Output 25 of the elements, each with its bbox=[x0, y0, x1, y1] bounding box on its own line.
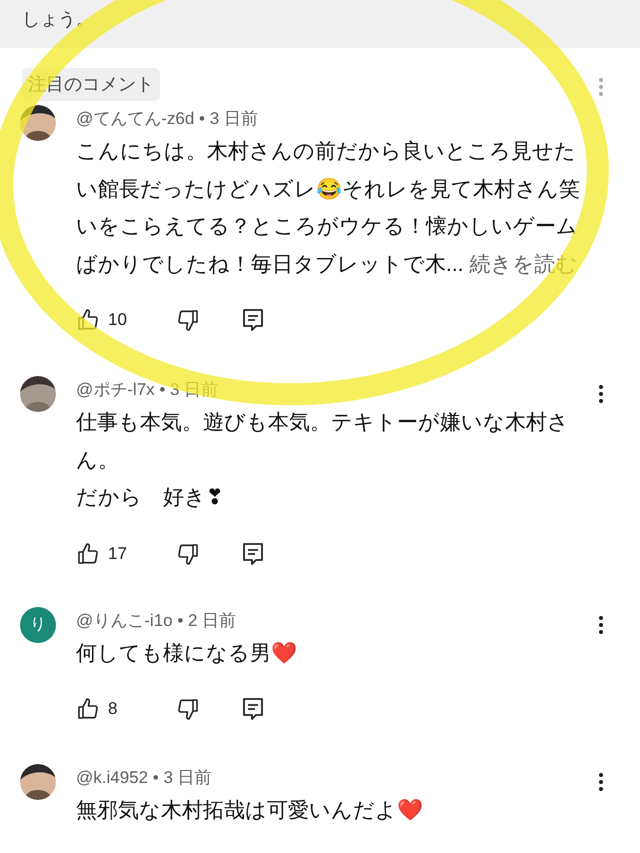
reply-icon[interactable] bbox=[242, 697, 264, 721]
notice-text: しょう。 bbox=[22, 9, 94, 29]
avatar[interactable]: り bbox=[20, 606, 56, 642]
more-options-icon[interactable] bbox=[598, 614, 604, 634]
like-count: 8 bbox=[108, 698, 118, 720]
read-more-link[interactable]: 続きを読む bbox=[469, 252, 578, 276]
more-options-icon[interactable] bbox=[598, 772, 604, 792]
comment-meta: @りんこ-i1o • 2 日前 bbox=[76, 610, 236, 632]
thumbs-down-icon[interactable] bbox=[176, 308, 200, 332]
comment-text: こんにちは。木村さんの前だから良いところ見せたい館長だったけどハズレ😂それレを見て木村さん笑いをこらえてる？ところがウケる！懐かしいゲームばかりでしたね！毎日タブレットで木... 続きを読む bbox=[76, 139, 581, 278]
comment-text: 何しても様になる男❤ bbox=[76, 640, 298, 666]
reply-icon[interactable] bbox=[242, 542, 264, 566]
thumbs-down-icon[interactable] bbox=[176, 697, 200, 721]
comment-text: だから 好き❣ bbox=[76, 485, 225, 511]
reply-icon[interactable] bbox=[242, 308, 264, 332]
comment-text: 仕事も本気。遊びも本気。テキトーが嫌いな木村さん。 bbox=[76, 410, 570, 474]
thumbs-up-icon[interactable] bbox=[76, 542, 100, 566]
comment-meta: @k.i4952 • 3 日前 bbox=[76, 767, 212, 789]
comment-text: 無邪気な木村拓哉は可愛いんだよ❤ bbox=[76, 798, 424, 824]
like-count: 17 bbox=[108, 542, 127, 565]
comment-meta: @てんてん-z6d • 3 日前 bbox=[76, 108, 258, 130]
thumbs-up-icon[interactable] bbox=[76, 697, 100, 721]
more-options-icon[interactable] bbox=[598, 384, 604, 404]
like-count: 10 bbox=[108, 309, 127, 332]
thumbs-down-icon[interactable] bbox=[176, 542, 200, 566]
